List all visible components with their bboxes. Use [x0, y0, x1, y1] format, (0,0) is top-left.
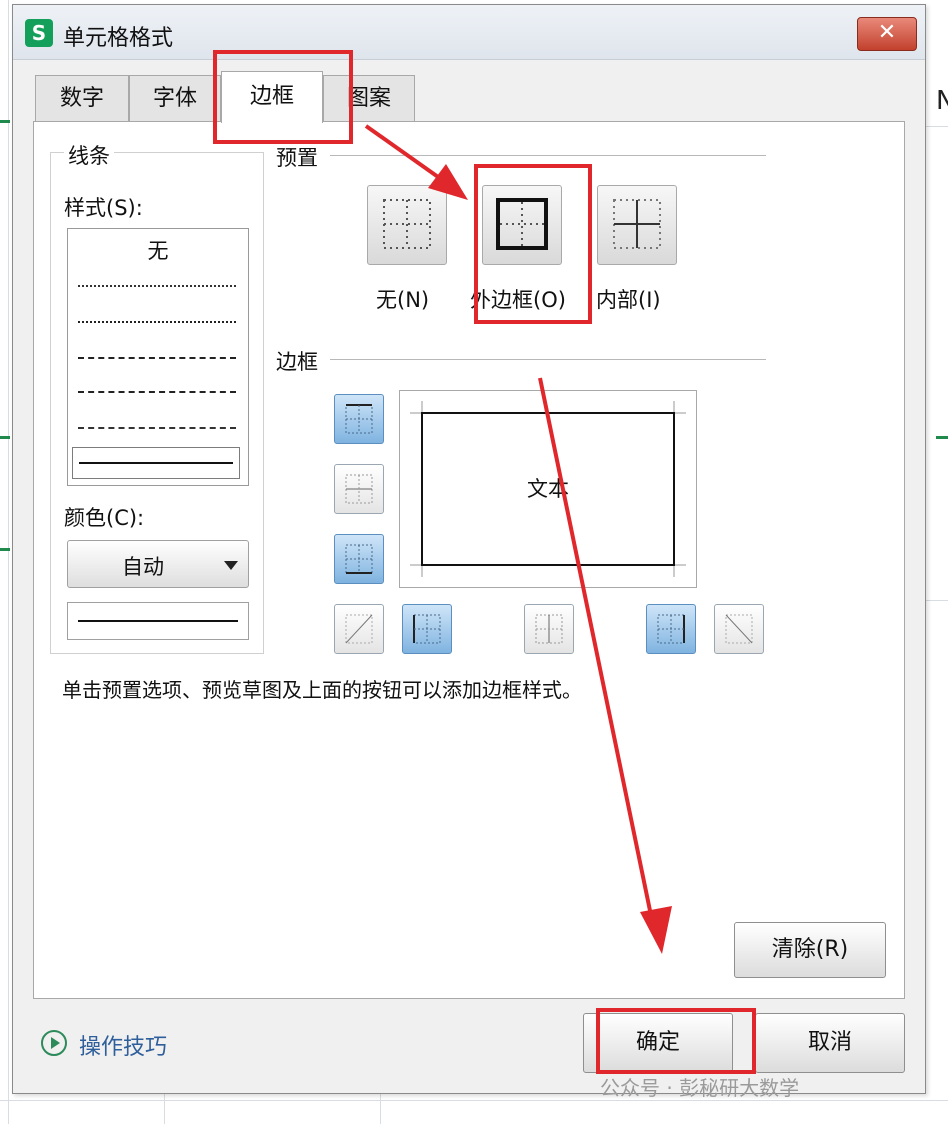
style-label: 样式(S): [64, 196, 143, 220]
line-style-dash-dot[interactable] [78, 357, 236, 359]
solid-line-sample [79, 462, 233, 464]
preset-none-button[interactable] [367, 185, 447, 265]
border-inside-vertical-button[interactable] [524, 604, 574, 654]
color-dropdown-value: 自动 [122, 555, 164, 579]
tab-font[interactable]: 字体 [129, 75, 221, 121]
cancel-button[interactable]: 取消 [755, 1013, 905, 1073]
color-preview-line [78, 620, 238, 622]
border-inside-horizontal-icon [345, 474, 373, 504]
color-preview [67, 602, 249, 640]
border-section-title: 边框 [274, 346, 320, 376]
tab-number[interactable]: 数字 [35, 75, 129, 121]
no-border-icon [383, 199, 431, 249]
inside-border-icon [613, 199, 661, 249]
line-style-dashed[interactable] [78, 427, 236, 429]
preset-none-label: 无(N) [376, 288, 430, 312]
tab-border[interactable]: 边框 [221, 71, 323, 123]
border-inside-horizontal-button[interactable] [334, 464, 384, 514]
border-tab-panel: 线条 样式(S): 无 颜色(C): 自动 预置 无(N) 外边框(O) 内部(… [33, 121, 905, 999]
preset-inside-label: 内部(I) [596, 288, 661, 312]
dialog-title: 单元格格式 [63, 26, 174, 51]
border-left-icon [413, 614, 441, 644]
close-button[interactable]: ✕ [857, 17, 917, 51]
border-bottom-icon [345, 544, 373, 574]
grid-line [380, 1094, 381, 1124]
border-preview[interactable]: 文本 [399, 390, 697, 588]
tips-link[interactable]: 操作技巧 [79, 1029, 167, 1061]
app-logo-icon: S [25, 19, 53, 47]
preset-divider [330, 155, 766, 156]
line-group-title: 线条 [64, 140, 114, 170]
chevron-down-icon [224, 561, 238, 570]
preset-section-title: 预置 [274, 142, 320, 172]
selection-edge [0, 436, 10, 439]
selection-edge [936, 436, 948, 439]
border-diagonal-down-button[interactable] [714, 604, 764, 654]
line-style-dash-dot-dot[interactable] [78, 391, 236, 393]
selection-edge [0, 548, 10, 551]
border-bottom-button[interactable] [334, 534, 384, 584]
border-top-icon [345, 404, 373, 434]
hint-text: 单击预置选项、预览草图及上面的按钮可以添加边框样式。 [62, 678, 582, 702]
format-cells-dialog: S 单元格格式 ✕ 数字 字体 边框 图案 线条 样式(S): 无 颜色(C):… [12, 4, 926, 1094]
border-left-button[interactable] [402, 604, 452, 654]
close-icon: ✕ [877, 20, 897, 45]
play-circle-icon[interactable] [41, 1030, 67, 1056]
grid-line [926, 600, 948, 601]
grid-line [926, 126, 948, 127]
highlight-ok-button [596, 1008, 756, 1074]
border-top-button[interactable] [334, 394, 384, 444]
diagonal-down-icon [725, 614, 753, 644]
line-style-none[interactable]: 无 [68, 235, 248, 265]
border-inside-vertical-icon [535, 614, 563, 644]
watermark: 公众号 · 彭秘研大数学 [600, 1076, 800, 1100]
border-divider [330, 359, 766, 360]
selection-edge [0, 120, 10, 123]
grid-line [164, 1094, 165, 1124]
color-label: 颜色(C): [64, 506, 145, 530]
diagonal-up-icon [345, 614, 373, 644]
color-dropdown[interactable]: 自动 [67, 540, 249, 588]
grid-line [0, 1100, 948, 1101]
border-diagonal-up-button[interactable] [334, 604, 384, 654]
border-right-icon [657, 614, 685, 644]
preset-inside-button[interactable] [597, 185, 677, 265]
preview-text: 文本 [527, 477, 569, 501]
clear-button[interactable]: 清除(R) [734, 922, 886, 978]
grid-line [8, 0, 9, 1124]
line-style-dotted[interactable] [78, 285, 236, 287]
highlight-outline-preset [474, 164, 592, 324]
title-bar[interactable]: S 单元格格式 ✕ [13, 5, 925, 60]
sheet-cell-text: N [936, 86, 948, 116]
line-style-fine-dash[interactable] [78, 321, 236, 323]
line-style-list[interactable]: 无 [67, 228, 249, 486]
line-style-selected-solid[interactable] [72, 447, 240, 479]
border-right-button[interactable] [646, 604, 696, 654]
